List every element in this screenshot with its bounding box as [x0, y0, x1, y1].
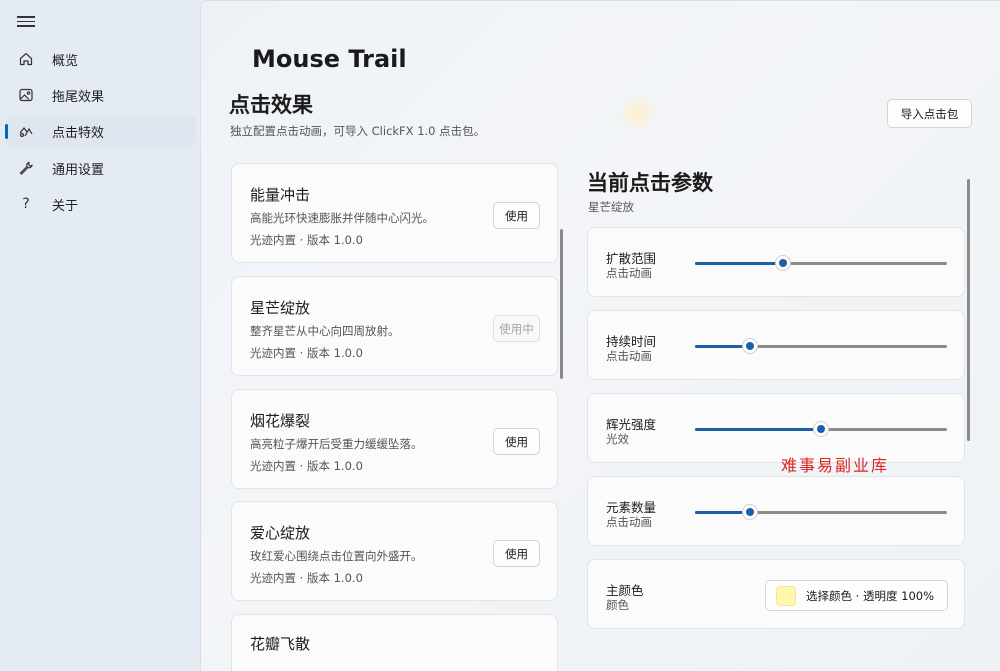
sidebar-item-general-settings[interactable]: 通用设置 — [6, 152, 196, 184]
glow-intensity-slider[interactable] — [695, 421, 947, 437]
home-icon — [18, 51, 34, 67]
param-sublabel: 点击动画 — [606, 349, 652, 363]
effect-description: 整齐星芒从中心向四周放射。 — [250, 324, 400, 338]
sidebar-item-label: 通用设置 — [52, 162, 105, 178]
sidebar-item-label: 拖尾效果 — [52, 89, 105, 105]
color-swatch — [776, 585, 796, 606]
sidebar-item-trail-effects[interactable]: 拖尾效果 — [6, 79, 196, 111]
effect-card: 星芒绽放 整齐星芒从中心向四周放射。 光迹内置 · 版本 1.0.0 使用中 — [231, 276, 558, 376]
slider-thumb[interactable] — [742, 338, 759, 354]
question-icon: ? — [22, 196, 30, 212]
param-card-spread-range: 扩散范围 点击动画 — [587, 227, 965, 297]
params-title: 当前点击参数 — [587, 171, 713, 195]
use-button[interactable]: 使用 — [493, 540, 540, 567]
effect-meta: 光迹内置 · 版本 1.0.0 — [250, 459, 363, 473]
use-button[interactable]: 使用 — [493, 202, 540, 229]
effect-name: 花瓣飞散 — [250, 635, 311, 653]
effect-name: 烟花爆裂 — [250, 412, 311, 430]
duration-slider[interactable] — [695, 338, 947, 354]
sidebar-item-about[interactable]: ? 关于 — [6, 188, 196, 220]
param-card-element-count: 元素数量 点击动画 — [587, 476, 965, 546]
spread-range-slider[interactable] — [695, 255, 947, 271]
pick-color-button[interactable]: 选择颜色 · 透明度 100% — [765, 580, 948, 611]
watermark-text: 难事易副业库 — [781, 456, 890, 475]
param-card-glow-intensity: 辉光强度 光效 — [587, 393, 965, 463]
param-sublabel: 点击动画 — [606, 266, 652, 280]
import-click-pack-button[interactable]: 导入点击包 — [887, 99, 972, 128]
effect-description: 高能光环快速膨胀并伴随中心闪光。 — [250, 211, 434, 225]
param-sublabel: 颜色 — [606, 598, 629, 612]
use-button[interactable]: 使用 — [493, 428, 540, 455]
wrench-icon — [18, 160, 34, 176]
effect-meta: 光迹内置 · 版本 1.0.0 — [250, 346, 363, 360]
param-card-main-color: 主颜色 颜色 选择颜色 · 透明度 100% — [587, 559, 965, 629]
effect-name: 能量冲击 — [250, 186, 311, 204]
param-sublabel: 点击动画 — [606, 515, 652, 529]
image-icon — [18, 87, 34, 103]
effect-card: 花瓣飞散 — [231, 614, 558, 671]
effect-card: 能量冲击 高能光环快速膨胀并伴随中心闪光。 光迹内置 · 版本 1.0.0 使用 — [231, 163, 558, 263]
sidebar-item-overview[interactable]: 概览 — [6, 43, 196, 75]
effect-list-scrollbar[interactable] — [560, 229, 563, 379]
active-indicator — [5, 124, 8, 139]
sun-glow-decoration — [617, 93, 657, 133]
main-content: Mouse Trail 点击效果 独立配置点击动画，可导入 ClickFX 1.… — [200, 0, 1000, 671]
slider-thumb[interactable] — [775, 255, 792, 271]
in-use-button: 使用中 — [493, 315, 540, 342]
effect-description: 高亮粒子爆开后受重力缓缓坠落。 — [250, 437, 423, 451]
param-card-duration: 持续时间 点击动画 — [587, 310, 965, 380]
element-count-slider[interactable] — [695, 504, 947, 520]
params-subtitle: 星芒绽放 — [588, 200, 634, 214]
sidebar-item-label: 点击特效 — [52, 125, 105, 141]
effect-card: 爱心绽放 玫红爱心围绕点击位置向外盛开。 光迹内置 · 版本 1.0.0 使用 — [231, 501, 558, 601]
app-title: Mouse Trail — [252, 45, 407, 73]
section-title: 点击效果 — [229, 93, 313, 117]
effect-description: 玫红爱心围绕点击位置向外盛开。 — [250, 549, 423, 563]
sidebar: 概览 拖尾效果 点击特效 通用设置 ? 关于 — [0, 0, 200, 671]
pick-color-label: 选择颜色 · 透明度 100% — [806, 588, 934, 603]
slider-thumb[interactable] — [813, 421, 829, 437]
param-sublabel: 光效 — [606, 432, 629, 446]
section-description: 独立配置点击动画，可导入 ClickFX 1.0 点击包。 — [230, 124, 486, 138]
effect-name: 星芒绽放 — [250, 299, 311, 317]
effect-meta: 光迹内置 · 版本 1.0.0 — [250, 233, 363, 247]
effect-card: 烟花爆裂 高亮粒子爆开后受重力缓缓坠落。 光迹内置 · 版本 1.0.0 使用 — [231, 389, 558, 489]
sidebar-item-label: 关于 — [52, 198, 79, 214]
sidebar-item-label: 概览 — [52, 53, 79, 69]
sparkle-effect-icon — [18, 123, 34, 139]
params-scrollbar[interactable] — [967, 179, 970, 441]
sidebar-item-click-effects[interactable]: 点击特效 — [5, 115, 196, 147]
slider-thumb[interactable] — [742, 504, 759, 520]
menu-hamburger-icon[interactable] — [17, 13, 35, 29]
effect-meta: 光迹内置 · 版本 1.0.0 — [250, 571, 363, 585]
effect-name: 爱心绽放 — [250, 524, 311, 542]
